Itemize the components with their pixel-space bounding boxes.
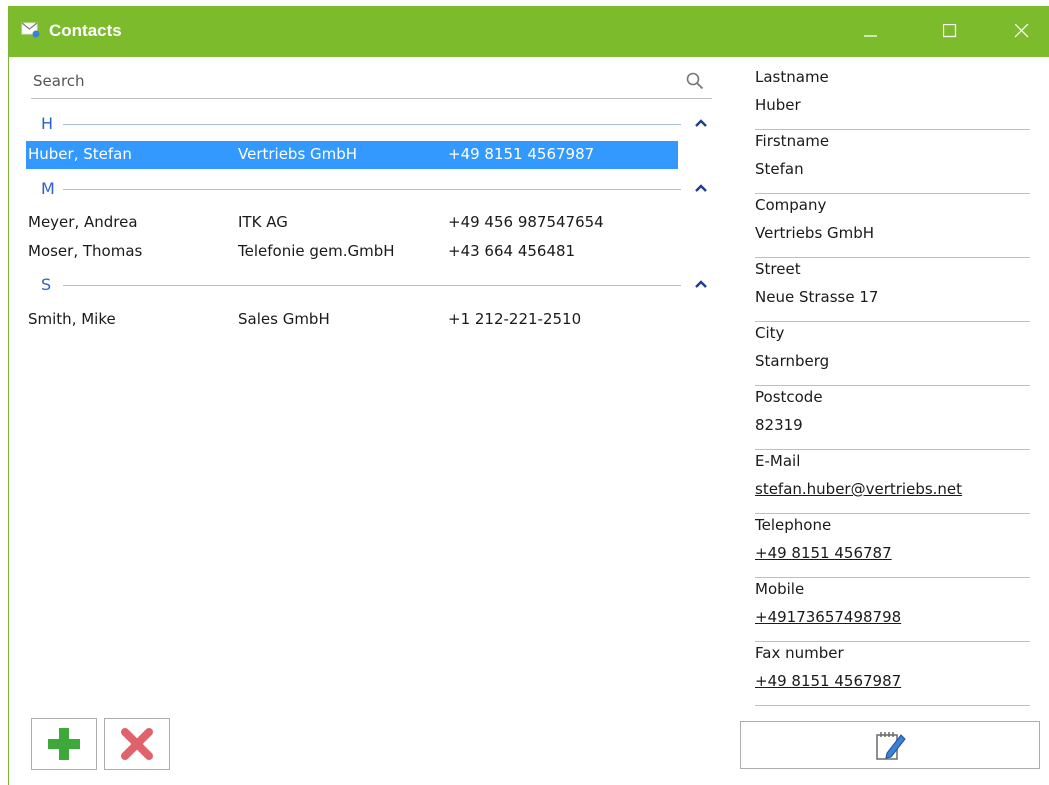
contact-phone: +49 456 987547654 — [448, 213, 604, 231]
email-link[interactable]: stefan.huber@vertriebs.net — [755, 480, 962, 498]
mobile-field: Mobile +49173657498798 — [755, 578, 1030, 642]
group-letter: M — [41, 179, 55, 198]
chevron-up-icon[interactable] — [694, 181, 710, 197]
x-icon — [121, 728, 153, 760]
contact-name: Meyer, Andrea — [28, 213, 138, 231]
close-button[interactable] — [1002, 14, 1042, 48]
edit-notepad-icon — [876, 732, 906, 760]
contact-company: ITK AG — [238, 213, 288, 231]
minimize-icon — [864, 35, 877, 37]
add-contact-button[interactable] — [31, 718, 97, 770]
fax-link[interactable]: +49 8151 4567987 — [755, 672, 901, 690]
contact-name: Huber, Stefan — [28, 145, 132, 163]
field-value: 82319 — [755, 416, 803, 434]
telephone-link[interactable]: +49 8151 456787 — [755, 544, 892, 562]
field-label: Mobile — [755, 580, 805, 598]
title-bar: Contacts — [9, 6, 1049, 57]
telephone-field: Telephone +49 8151 456787 — [755, 514, 1030, 578]
contacts-window: Contacts H — [8, 6, 1049, 785]
group-divider — [63, 285, 681, 286]
search-input[interactable] — [31, 66, 673, 96]
group-header-m: M — [31, 179, 711, 199]
group-header-s: S — [31, 275, 711, 295]
contact-name: Moser, Thomas — [28, 242, 143, 260]
minimize-button[interactable] — [851, 14, 891, 48]
field-value: Huber — [755, 96, 801, 114]
chevron-up-icon[interactable] — [694, 116, 710, 132]
field-label: City — [755, 324, 785, 342]
email-field: E-Mail stefan.huber@vertriebs.net — [755, 450, 1030, 514]
group-divider — [63, 189, 681, 190]
contact-phone: +1 212-221-2510 — [448, 310, 582, 328]
postcode-field: Postcode 82319 — [755, 386, 1030, 450]
contact-company: Vertriebs GmbH — [238, 145, 358, 163]
field-label: Fax number — [755, 644, 844, 662]
mail-icon — [21, 21, 41, 43]
plus-icon — [48, 728, 80, 760]
contact-row[interactable]: Huber, Stefan Vertriebs GmbH +49 8151 45… — [26, 141, 678, 169]
mobile-link[interactable]: +49173657498798 — [755, 608, 901, 626]
field-value: Starnberg — [755, 352, 830, 370]
group-letter: H — [41, 114, 54, 133]
contact-row[interactable]: Meyer, Andrea ITK AG +49 456 987547654 — [26, 209, 678, 237]
search-icon[interactable] — [686, 72, 704, 94]
contact-company: Telefonie gem.GmbH — [238, 242, 395, 260]
contact-phone: +49 8151 4567987 — [448, 145, 595, 163]
group-header-h: H — [31, 114, 711, 134]
field-value: Stefan — [755, 160, 804, 178]
field-label: Company — [755, 196, 827, 214]
field-label: E-Mail — [755, 452, 801, 470]
window-title: Contacts — [49, 21, 122, 40]
firstname-field: Firstname Stefan — [755, 130, 1030, 194]
fax-field: Fax number +49 8151 4567987 — [755, 642, 1030, 706]
chevron-up-icon[interactable] — [694, 277, 710, 293]
contact-company: Sales GmbH — [238, 310, 330, 328]
close-icon — [1015, 24, 1029, 38]
group-divider — [63, 124, 681, 125]
field-label: Firstname — [755, 132, 830, 150]
delete-contact-button[interactable] — [104, 718, 170, 770]
edit-contact-button[interactable] — [740, 721, 1040, 769]
lastname-field: Lastname Huber — [755, 66, 1030, 130]
search-bar — [31, 66, 712, 99]
contact-name: Smith, Mike — [28, 310, 116, 328]
contact-phone: +43 664 456481 — [448, 242, 576, 260]
field-label: Street — [755, 260, 801, 278]
contact-row[interactable]: Moser, Thomas Telefonie gem.GmbH +43 664… — [26, 238, 678, 266]
group-letter: S — [41, 275, 52, 294]
maximize-button[interactable] — [930, 14, 970, 48]
maximize-icon — [943, 24, 957, 38]
field-value: Vertriebs GmbH — [755, 224, 875, 242]
company-field: Company Vertriebs GmbH — [755, 194, 1030, 258]
city-field: City Starnberg — [755, 322, 1030, 386]
field-value: Neue Strasse 17 — [755, 288, 879, 306]
contact-row[interactable]: Smith, Mike Sales GmbH +1 212-221-2510 — [26, 306, 678, 334]
field-label: Lastname — [755, 68, 829, 86]
field-label: Telephone — [755, 516, 832, 534]
field-label: Postcode — [755, 388, 823, 406]
street-field: Street Neue Strasse 17 — [755, 258, 1030, 322]
